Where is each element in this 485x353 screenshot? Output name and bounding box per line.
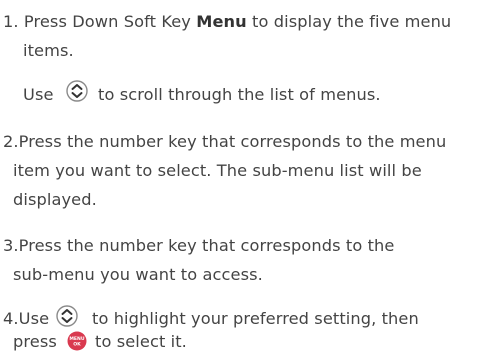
menu-soft-key-label: Menu xyxy=(196,12,247,31)
step-1-prefix: 1. Press Down Soft Key xyxy=(3,12,197,31)
step-3-line-1: 3.Press the number key that corresponds … xyxy=(3,236,395,255)
menu-ok-label-top: MENU xyxy=(69,336,85,342)
step-4-post: to highlight your preferred setting, the… xyxy=(92,309,419,328)
up-down-navigation-key-icon xyxy=(66,80,88,102)
step-1-use-post: to scroll through the list of menus. xyxy=(98,85,381,104)
menu-ok-label-bottom: OK xyxy=(73,342,81,348)
manual-page: { "steps": [ { "prefix": "1. Press Down … xyxy=(0,0,485,353)
step-2-line-3: displayed. xyxy=(13,190,97,209)
step-4-pre: 4.Use xyxy=(3,309,50,328)
menu-ok-key-icon: MENU OK xyxy=(67,331,87,351)
step-2-line-2: item you want to select. The sub-menu li… xyxy=(13,161,422,180)
step-2-line-1: 2.Press the number key that corresponds … xyxy=(3,132,447,151)
step-1-suffix: to display the five menu xyxy=(246,12,452,31)
step-3-line-2: sub-menu you want to access. xyxy=(13,265,263,284)
step-4-line-2-post: to select it. xyxy=(95,332,187,351)
up-down-navigation-key-icon xyxy=(56,305,78,327)
step-1-use-text: Use xyxy=(23,85,54,104)
step-1-line-2: items. xyxy=(23,41,74,60)
step-1-line-1: 1. Press Down Soft Key Menu to display t… xyxy=(3,11,451,33)
step-4-line-2-pre: press xyxy=(13,332,57,351)
